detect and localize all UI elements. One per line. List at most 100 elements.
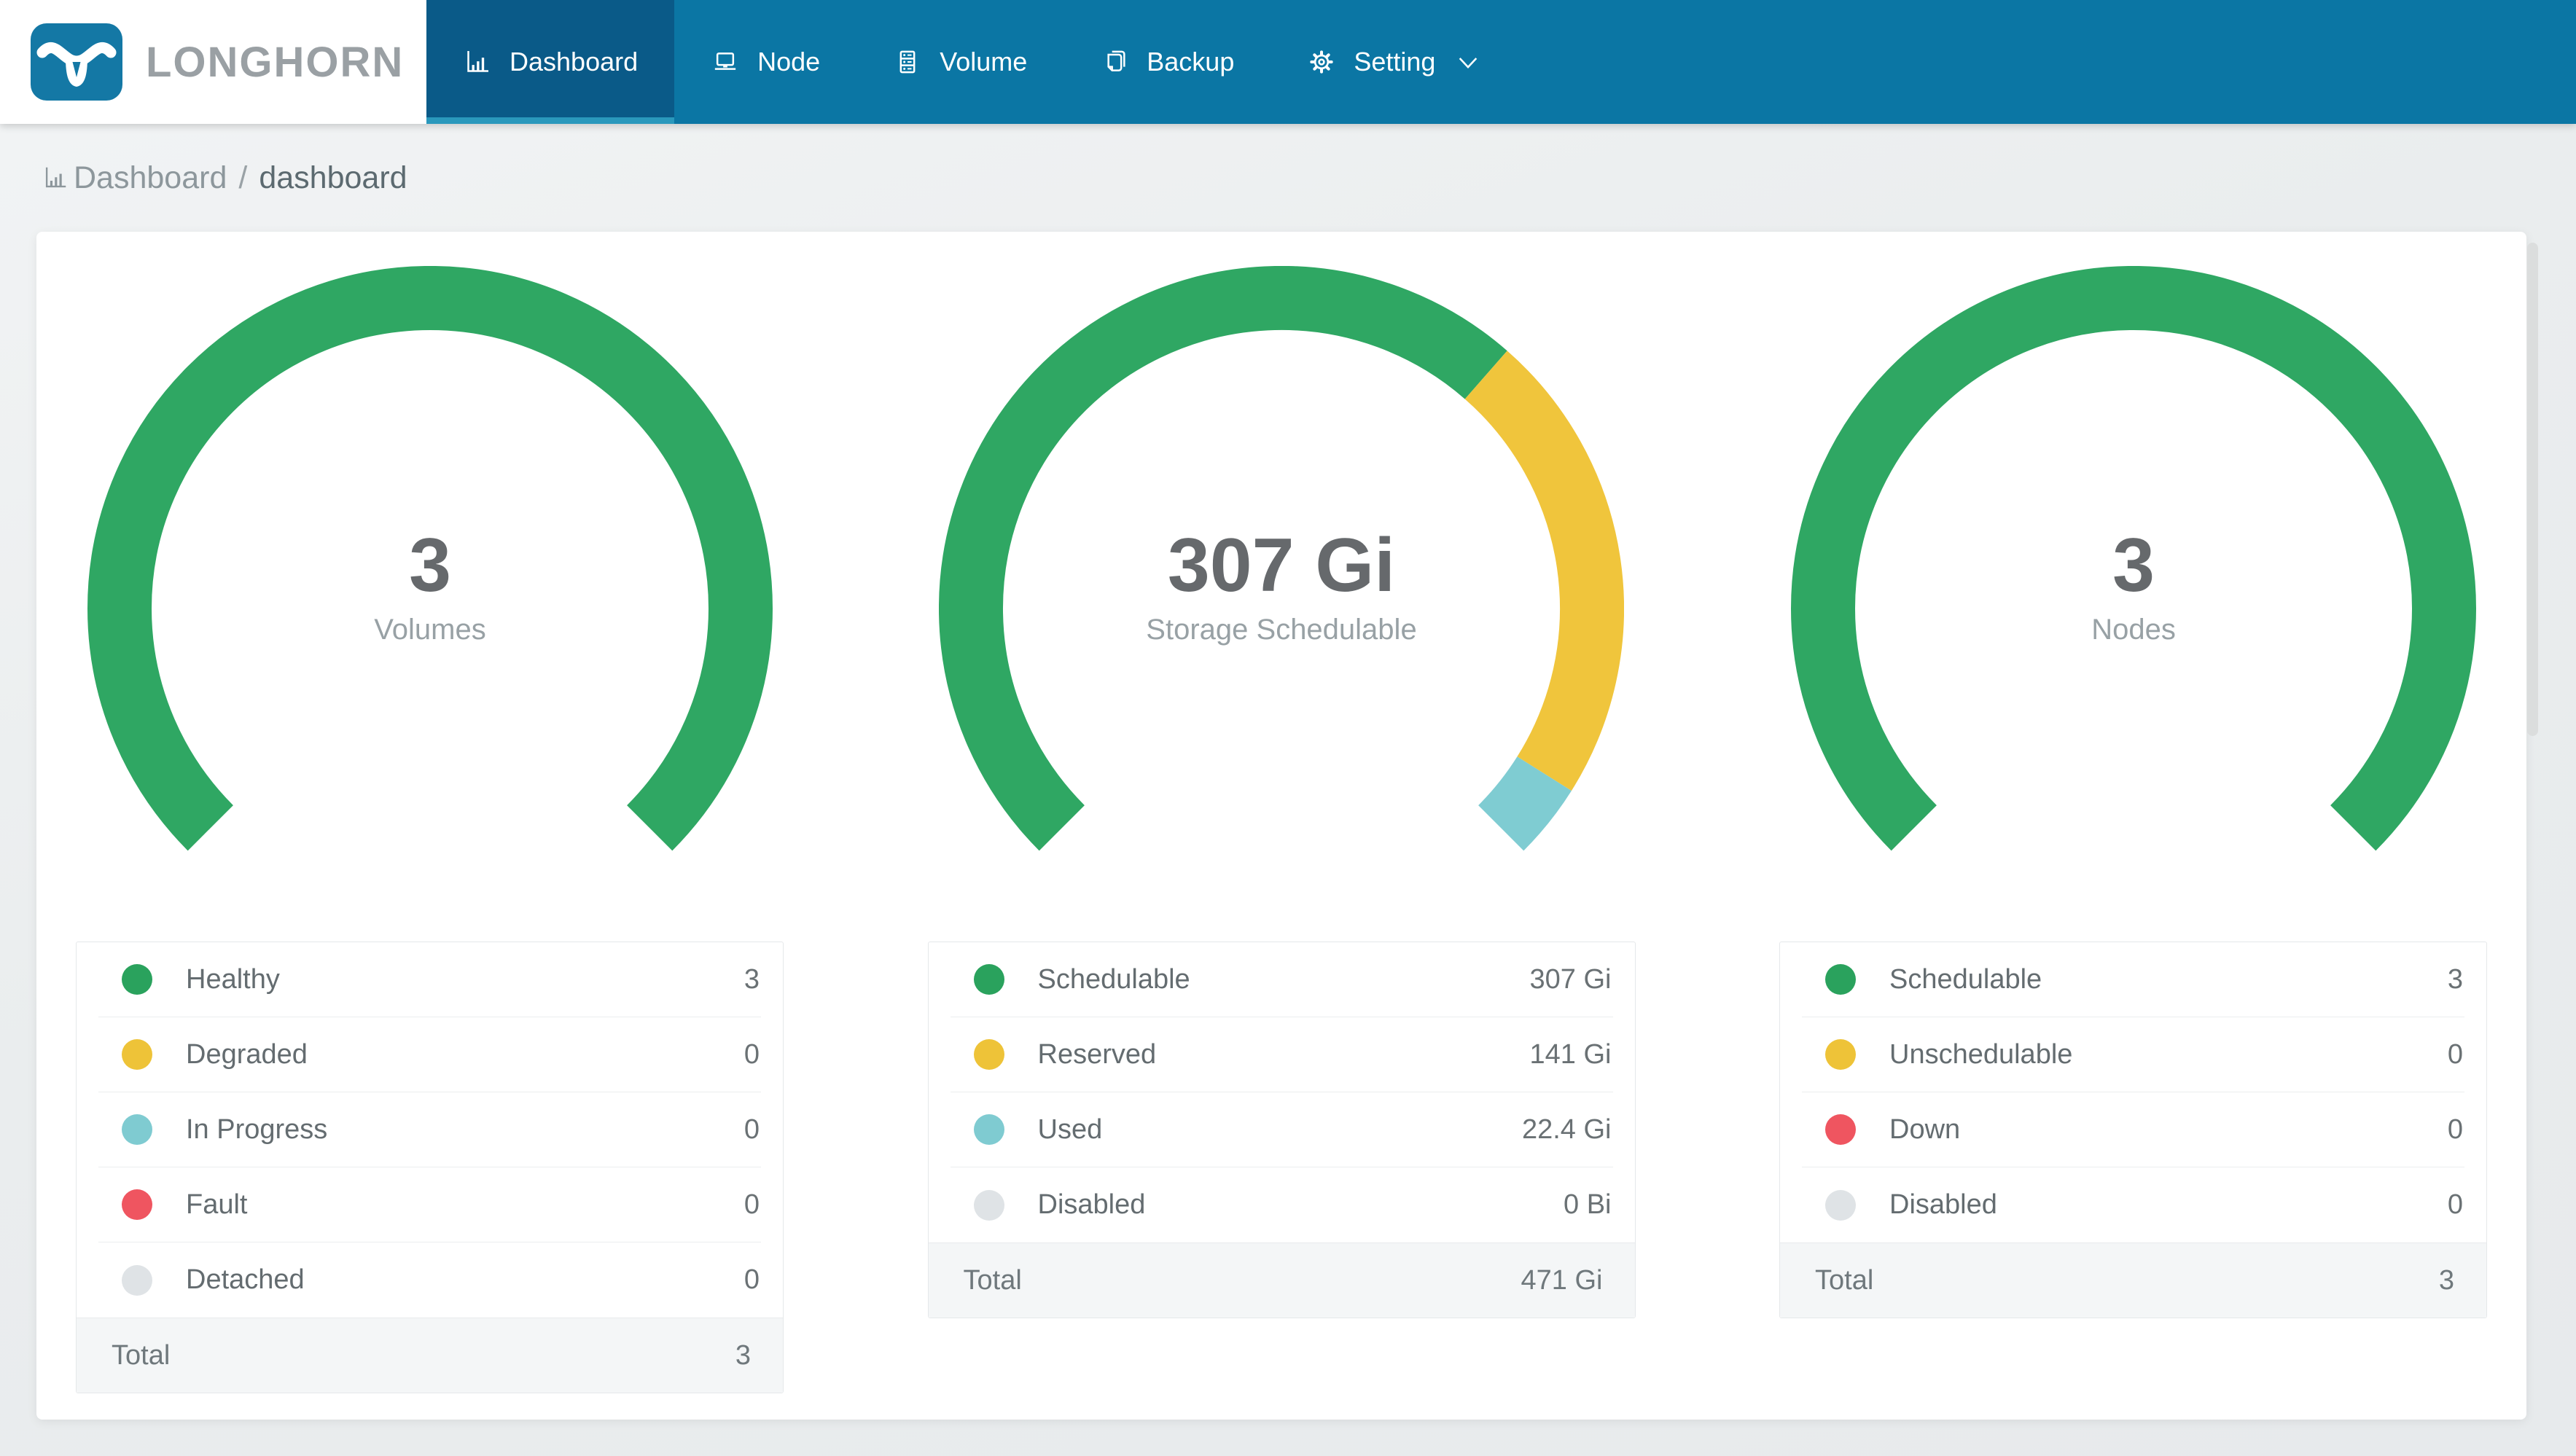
status-dot: [973, 964, 1004, 995]
nav-label: Node: [757, 47, 821, 77]
legend-label: In Progress: [186, 1113, 328, 1145]
storage-gauge-chart: 307 Gi Storage Schedulable: [939, 266, 1624, 851]
legend-value: 22.4 Gi: [1521, 1113, 1612, 1145]
bar-chart-icon: [45, 167, 66, 188]
legend-row: Schedulable 3: [1802, 942, 2464, 1017]
gauge-value: 307 Gi: [1168, 523, 1395, 608]
nav-label: Dashboard: [510, 47, 639, 77]
status-dot: [1825, 1189, 1856, 1221]
legend-label: Disabled: [1037, 1189, 1146, 1220]
legend-row: In Progress 0: [98, 1092, 761, 1167]
legend-row: Fault 0: [98, 1167, 761, 1242]
total-value: 3: [735, 1339, 751, 1371]
nav-tab-volume[interactable]: Volume: [856, 0, 1063, 124]
gauge-segment: [1478, 756, 1572, 851]
gauge-label: Volumes: [374, 614, 485, 646]
legend-value: 0 Bi: [1564, 1189, 1612, 1220]
legend-row: Disabled 0: [1802, 1167, 2464, 1242]
breadcrumb-separator: /: [238, 160, 248, 195]
legend-row: Detached 0: [98, 1242, 761, 1318]
chevron-down-icon: [1459, 58, 1478, 69]
brand-name: LONGHORN: [146, 38, 405, 86]
legend-label: Schedulable: [1889, 963, 2042, 995]
legend-row: Degraded 0: [98, 1017, 761, 1092]
nodes-panel: 3 Nodes Schedulable 3 Unschedulable 0 Do…: [1779, 266, 2487, 1420]
gauge-value: 3: [2112, 523, 2155, 608]
total-value: 3: [2438, 1264, 2454, 1296]
legend-label: Fault: [186, 1189, 248, 1220]
legend-row: Down 0: [1802, 1092, 2464, 1167]
legend-value: 0: [743, 1189, 760, 1220]
legend-total-row: Total 471 Gi: [928, 1242, 1635, 1318]
gauge-value: 3: [409, 523, 451, 608]
legend-value: 3: [743, 963, 760, 995]
total-label: Total: [1815, 1264, 1874, 1296]
nav-label: Volume: [940, 47, 1028, 77]
legend-label: Degraded: [186, 1038, 308, 1070]
legend-row: Schedulable 307 Gi: [950, 942, 1613, 1017]
legend-value: 0: [743, 1038, 760, 1070]
status-dot: [1825, 964, 1856, 995]
nav-label: Setting: [1354, 47, 1436, 77]
legend-label: Healthy: [186, 963, 280, 995]
breadcrumb-current-page: dashboard: [259, 160, 407, 195]
status-dot: [122, 1264, 152, 1296]
nodes-gauge-chart: 3 Nodes: [1790, 266, 2476, 851]
legend-label: Detached: [186, 1264, 305, 1295]
server-icon: [899, 50, 916, 74]
scrollbar-thumb[interactable]: [2527, 243, 2538, 736]
storage-legend-table: Schedulable 307 Gi Reserved 141 Gi Used …: [927, 942, 1636, 1318]
bar-chart-icon: [467, 51, 488, 72]
total-label: Total: [112, 1339, 171, 1371]
volumes-gauge-chart: 3 Volumes: [87, 266, 773, 851]
status-dot: [973, 1039, 1004, 1070]
top-navbar: LONGHORN Dashboard Node Volume Backup Se…: [0, 0, 2576, 124]
laptop-icon: [714, 52, 736, 70]
gear-icon: [1310, 50, 1334, 74]
legend-value: 141 Gi: [1529, 1038, 1612, 1070]
legend-row: Healthy 3: [98, 942, 761, 1017]
volumes-panel: 3 Volumes Healthy 3 Degraded 0 In Progre…: [76, 266, 784, 1420]
legend-value: 0: [743, 1264, 760, 1295]
legend-value: 307 Gi: [1529, 963, 1612, 995]
copy-icon: [1107, 50, 1125, 71]
total-label: Total: [963, 1264, 1022, 1296]
nodes-legend-table: Schedulable 3 Unschedulable 0 Down 0 Dis…: [1779, 942, 2487, 1318]
legend-label: Down: [1889, 1113, 1961, 1145]
status-dot: [122, 1039, 152, 1070]
legend-row: Disabled 0 Bi: [951, 1167, 1613, 1242]
status-dot: [973, 1189, 1004, 1221]
legend-value: 3: [2447, 963, 2463, 995]
legend-row: Used 22.4 Gi: [950, 1092, 1613, 1167]
brand: LONGHORN: [0, 0, 426, 124]
status-dot: [973, 1114, 1004, 1145]
legend-label: Disabled: [1889, 1189, 1997, 1220]
legend-value: 0: [2447, 1113, 2463, 1145]
gauge-segment: [1464, 351, 1624, 791]
breadcrumb-section-link[interactable]: Dashboard: [74, 160, 227, 196]
legend-total-row: Total 3: [77, 1318, 783, 1393]
storage-panel: 307 Gi Storage Schedulable Schedulable 3…: [927, 266, 1636, 1420]
status-dot: [1825, 1114, 1856, 1145]
nav-tab-setting[interactable]: Setting: [1271, 0, 1517, 124]
gauge-label: Storage Schedulable: [1146, 614, 1416, 646]
legend-label: Unschedulable: [1889, 1038, 2073, 1070]
legend-row: Reserved 141 Gi: [950, 1017, 1613, 1092]
breadcrumb: Dashboard / dashboard: [0, 124, 2576, 232]
nav-label: Backup: [1147, 47, 1235, 77]
longhorn-logo-icon: [31, 23, 122, 101]
status-dot: [122, 1189, 152, 1220]
nav-tab-backup[interactable]: Backup: [1063, 0, 1271, 124]
volumes-legend-table: Healthy 3 Degraded 0 In Progress 0 Fault…: [76, 942, 784, 1393]
legend-value: 0: [743, 1113, 760, 1145]
legend-row: Unschedulable 0: [1802, 1017, 2464, 1092]
legend-label: Schedulable: [1037, 963, 1190, 995]
legend-value: 0: [2447, 1038, 2463, 1070]
total-value: 471 Gi: [1521, 1264, 1603, 1296]
legend-label: Reserved: [1037, 1038, 1157, 1070]
nav-tab-node[interactable]: Node: [674, 0, 856, 124]
nav-tab-dashboard[interactable]: Dashboard: [426, 0, 675, 124]
legend-total-row: Total 3: [1780, 1242, 2486, 1318]
status-dot: [1825, 1039, 1856, 1070]
legend-value: 0: [2447, 1189, 2463, 1220]
